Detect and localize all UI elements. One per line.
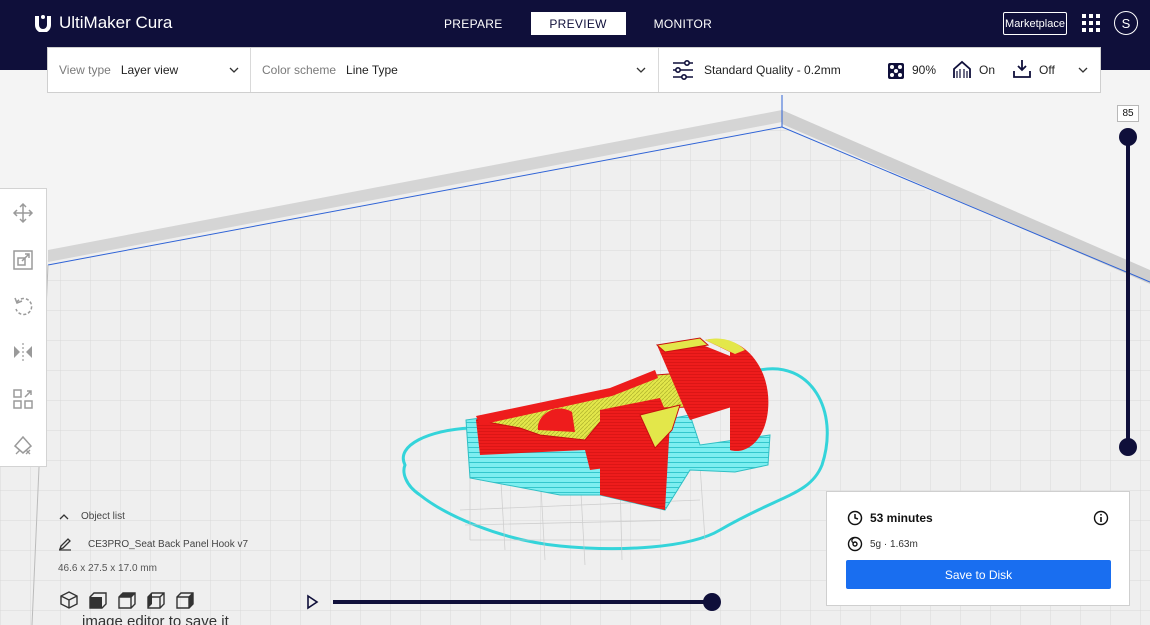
- tab-monitor[interactable]: MONITOR: [630, 12, 737, 35]
- save-to-disk-button[interactable]: Save to Disk: [846, 560, 1111, 589]
- adhesion-value: Off: [1039, 63, 1055, 77]
- object-name: CE3PRO_Seat Back Panel Hook v7: [88, 538, 249, 550]
- stage-tabs: PREPARE PREVIEW MONITOR: [420, 12, 736, 35]
- chevron-up-icon: [59, 513, 69, 519]
- infill-value: 90%: [912, 63, 937, 77]
- spool-icon: [847, 536, 863, 552]
- adhesion-icon: [1013, 60, 1031, 78]
- color-scheme-selector[interactable]: Color scheme Line Type: [251, 48, 659, 92]
- material-usage: 5g · 1.63m: [870, 538, 918, 550]
- tab-preview[interactable]: PREVIEW: [530, 12, 626, 35]
- play-icon[interactable]: [304, 594, 320, 610]
- view-type-label: View type: [59, 63, 111, 77]
- object-list-toggle[interactable]: Object list: [58, 511, 125, 522]
- left-view-icon[interactable]: [145, 589, 167, 611]
- clock-icon: [847, 510, 863, 526]
- settings-sliders-icon: [673, 60, 693, 80]
- chevron-down-icon: [636, 67, 646, 73]
- view-type-value: Layer view: [120, 63, 179, 77]
- simulation-slider-track[interactable]: [333, 600, 713, 604]
- print-time: 53 minutes: [870, 511, 933, 525]
- layer-slider-lower-handle[interactable]: [1119, 438, 1137, 456]
- clipped-background-text: image editor to save it: [82, 613, 229, 625]
- view-type-selector[interactable]: View type Layer view: [48, 48, 251, 92]
- 3d-view-icon[interactable]: [58, 589, 80, 611]
- support-icon: [953, 60, 971, 78]
- chevron-down-icon: [229, 67, 239, 73]
- view-toolbar: View type Layer view Color scheme Line T…: [47, 47, 1101, 93]
- app-logo: UltiMaker Cura: [33, 12, 172, 34]
- material-usage-row: 5g · 1.63m: [847, 536, 918, 552]
- object-name-row[interactable]: CE3PRO_Seat Back Panel Hook v7: [58, 537, 248, 551]
- per-model-settings-icon[interactable]: [12, 388, 34, 410]
- right-view-icon[interactable]: [174, 589, 196, 611]
- scale-icon[interactable]: [12, 249, 34, 271]
- layer-slider-track[interactable]: [1126, 137, 1130, 447]
- marketplace-button[interactable]: Marketplace: [1003, 12, 1067, 35]
- rotate-icon[interactable]: [12, 295, 34, 317]
- color-scheme-value: Line Type: [346, 63, 398, 77]
- app-title: UltiMaker Cura: [59, 13, 173, 32]
- object-dimensions: 46.6 x 27.5 x 17.0 mm: [58, 563, 157, 574]
- color-scheme-label: Color scheme: [262, 63, 337, 77]
- camera-view-buttons: [58, 589, 203, 611]
- layer-number-input[interactable]: 85: [1117, 105, 1139, 122]
- top-view-icon[interactable]: [116, 589, 138, 611]
- tool-panel: [0, 188, 47, 467]
- grid-icon[interactable]: [1082, 14, 1100, 32]
- print-settings-selector[interactable]: Standard Quality - 0.2mm 90% On Off: [659, 48, 1100, 92]
- chevron-down-icon: [1078, 67, 1088, 73]
- quality-profile: Standard Quality - 0.2mm: [704, 63, 841, 77]
- mirror-icon[interactable]: [12, 341, 34, 363]
- user-avatar[interactable]: S: [1114, 11, 1138, 35]
- print-time-row: 53 minutes: [847, 510, 933, 526]
- ultimaker-logo-icon: [35, 15, 51, 32]
- infill-icon: [888, 63, 904, 79]
- front-view-icon[interactable]: [87, 589, 109, 611]
- simulation-slider-handle[interactable]: [703, 593, 721, 611]
- object-list-label: Object list: [81, 511, 125, 522]
- support-value: On: [979, 63, 996, 77]
- info-icon[interactable]: [1093, 510, 1109, 526]
- move-icon[interactable]: [12, 202, 34, 224]
- print-summary-panel: 53 minutes 5g · 1.63m Save to Disk: [826, 491, 1130, 606]
- support-blocker-icon[interactable]: [12, 434, 34, 456]
- tab-prepare[interactable]: PREPARE: [420, 12, 527, 35]
- pencil-icon: [58, 538, 71, 551]
- layer-slider-upper-handle[interactable]: [1119, 128, 1137, 146]
